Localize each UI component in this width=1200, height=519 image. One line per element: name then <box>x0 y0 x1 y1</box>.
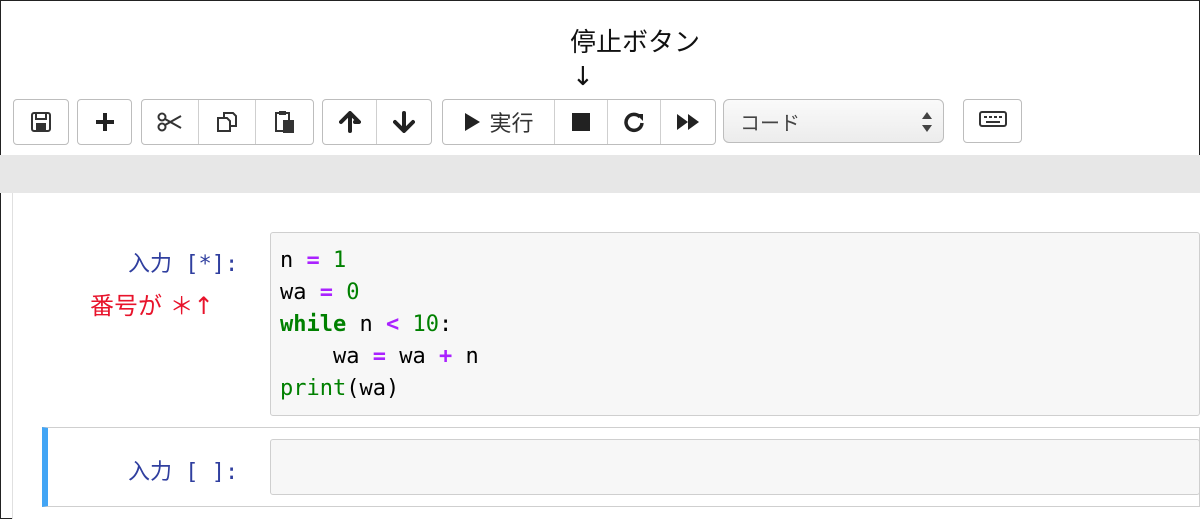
annotation-arrow: ↓ <box>572 62 594 92</box>
code-line: wa = wa + n <box>280 344 479 369</box>
run-button[interactable]: 実行 <box>443 100 555 144</box>
code-token: = <box>372 344 386 369</box>
cell-2-prompt: 入力 [ ]: <box>128 460 239 485</box>
fast-forward-icon <box>676 113 700 131</box>
cell-type-select[interactable]: コード <box>723 99 944 143</box>
code-token: (wa) <box>346 376 400 401</box>
copy-button[interactable] <box>199 100 256 144</box>
code-line: while n < 10: <box>280 312 452 337</box>
move-up-button[interactable] <box>323 100 377 144</box>
save-icon <box>30 111 52 133</box>
code-token: print <box>280 376 347 401</box>
code-token: = <box>306 248 320 273</box>
code-token: 0 <box>346 280 360 305</box>
copy-icon <box>215 110 239 134</box>
code-line: print(wa) <box>280 376 399 401</box>
cell-type-value: コード <box>740 110 800 135</box>
insert-group <box>77 99 132 145</box>
code-token: wa <box>280 344 373 369</box>
code-token: < <box>385 312 400 337</box>
code-token: : <box>438 312 453 337</box>
paste-icon <box>274 110 296 134</box>
run-label: 実行 <box>489 112 534 137</box>
code-token: n <box>280 248 307 273</box>
run-all-button[interactable] <box>661 100 715 144</box>
code-token: wa <box>385 344 439 369</box>
run-icon <box>463 112 481 132</box>
restart-icon <box>623 111 645 133</box>
code-token: 10 <box>412 312 439 337</box>
running-indicator-annotation: 番号が ＊↑ <box>90 292 214 320</box>
arrow-up-icon <box>338 111 361 133</box>
move-group <box>322 99 432 145</box>
save-button[interactable] <box>14 100 68 144</box>
save-group <box>13 99 69 145</box>
code-token: 1 <box>333 248 347 273</box>
move-down-button[interactable] <box>377 100 431 144</box>
arrow-down-icon <box>393 111 415 133</box>
paste-button[interactable] <box>256 100 313 144</box>
code-token: n <box>346 312 386 337</box>
insert-cell-button[interactable] <box>78 100 131 144</box>
cut-button[interactable] <box>142 100 199 144</box>
cell-1-code-editor[interactable]: n = 1 wa = 0 while n < 10: wa = wa + n p… <box>270 232 1200 416</box>
stop-button[interactable] <box>555 100 608 144</box>
run-group: 実行 <box>442 99 716 145</box>
code-token: + <box>438 344 453 369</box>
cell-1-prompt: 入力 [*]: <box>128 252 239 277</box>
edit-group <box>141 99 314 145</box>
code-line: wa = 0 <box>280 280 360 305</box>
stop-button-annotation: 停止ボタン <box>570 28 701 58</box>
scissors-icon <box>157 112 183 132</box>
keyboard-icon <box>978 111 1007 131</box>
code-token: n <box>452 344 479 369</box>
code-token: = <box>319 280 333 305</box>
stop-icon <box>571 112 591 132</box>
code-token: wa <box>280 280 320 305</box>
code-token: while <box>280 312 347 337</box>
select-caret-icon <box>921 109 933 139</box>
plus-icon <box>95 112 115 132</box>
restart-button[interactable] <box>608 100 661 144</box>
cell-2-code-editor[interactable] <box>270 439 1200 495</box>
toolbar-separator-band <box>0 155 1200 193</box>
code-line: n = 1 <box>280 248 346 273</box>
cell-1-code: n = 1 wa = 0 while n < 10: wa = wa + n p… <box>280 245 479 405</box>
keyboard-shortcuts-button[interactable] <box>963 99 1022 143</box>
